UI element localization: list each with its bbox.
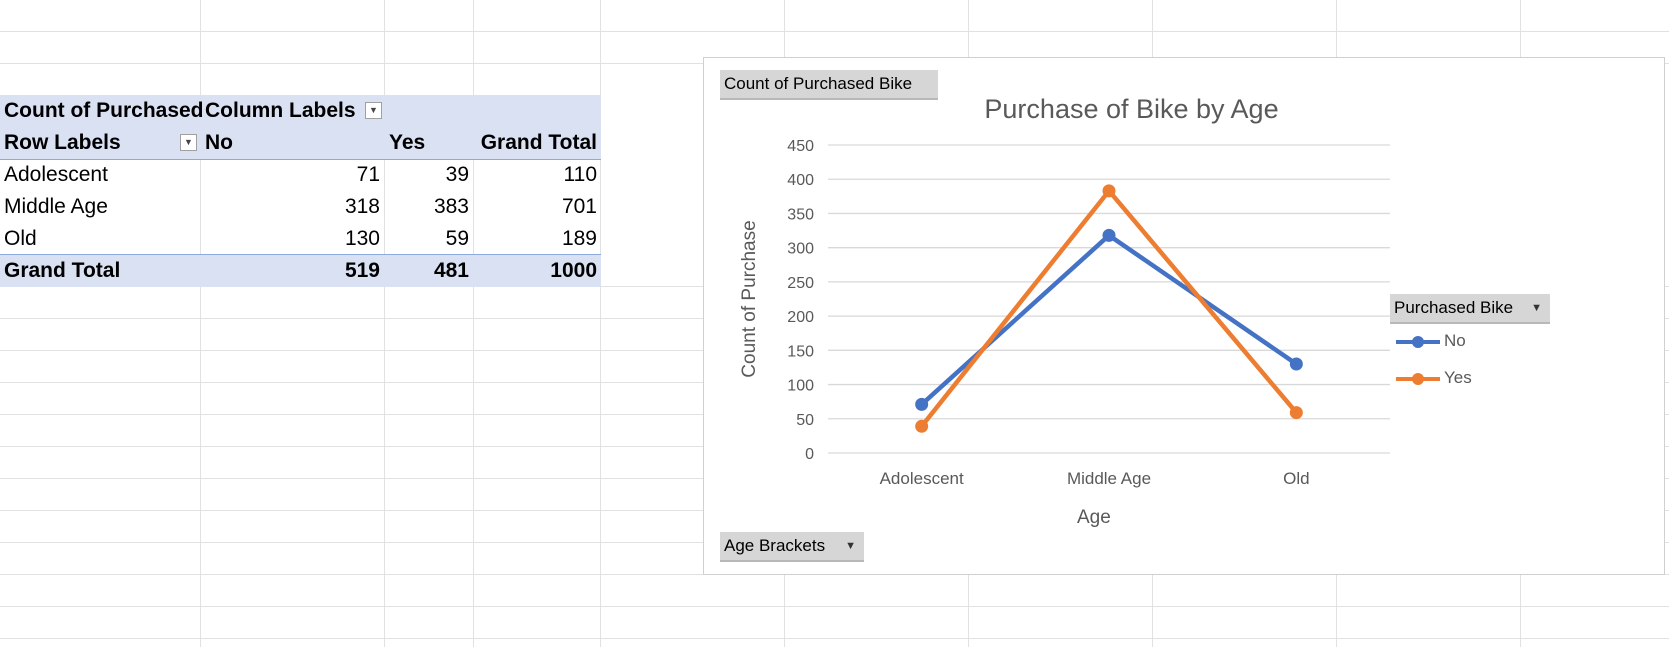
- axis-field-button[interactable]: Age Brackets ▼: [720, 532, 864, 562]
- value-total: 189: [561, 227, 597, 250]
- row-label: Adolescent: [4, 163, 108, 186]
- legend-field-button[interactable]: Purchased Bike ▼: [1390, 294, 1550, 324]
- pivot-row-adolescent[interactable]: Adolescent 71 39 110: [0, 159, 601, 191]
- data-point-no[interactable]: [1102, 228, 1116, 242]
- value-yes: 59: [445, 227, 469, 250]
- row-labels-filter-dropdown[interactable]: ▼: [180, 134, 197, 151]
- grand-total-no: 519: [344, 259, 380, 282]
- row-labels-header[interactable]: Row Labels: [4, 127, 121, 159]
- value-no: 71: [356, 163, 380, 186]
- value-total: 701: [561, 195, 597, 218]
- grid-row-line: [0, 606, 1669, 607]
- grid-row-line: [0, 638, 1669, 639]
- grid-row-line: [0, 31, 1669, 32]
- pivot-grand-total-row[interactable]: Grand Total 519 481 1000: [0, 254, 601, 287]
- legend-key-yes: [1396, 373, 1440, 385]
- data-point-yes[interactable]: [915, 419, 929, 433]
- y-tick-label: 400: [787, 172, 814, 189]
- grand-total-label: Grand Total: [4, 259, 121, 282]
- value-no: 130: [344, 227, 380, 250]
- grand-total-yes: 481: [433, 259, 469, 282]
- x-tick-label: Old: [1283, 469, 1309, 488]
- x-axis-ticks: Adolescent Middle Age Old: [880, 469, 1310, 488]
- legend-key-no: [1396, 336, 1440, 348]
- legend-label-yes[interactable]: Yes: [1444, 368, 1472, 388]
- data-point-yes[interactable]: [1289, 406, 1303, 420]
- column-labels-header[interactable]: Column Labels: [205, 95, 356, 127]
- pivot-header-row: Count of Purchased Column Labels ▼: [0, 95, 601, 127]
- grand-total-total: 1000: [550, 259, 597, 282]
- x-tick-label: Adolescent: [880, 469, 964, 488]
- pivot-row-middle-age[interactable]: Middle Age 318 383 701: [0, 191, 601, 223]
- y-tick-label: 200: [787, 309, 814, 326]
- x-tick-label: Middle Age: [1067, 469, 1151, 488]
- value-yes: 383: [433, 195, 469, 218]
- pivot-row-old[interactable]: Old 130 59 189: [0, 223, 601, 255]
- data-point-yes[interactable]: [1102, 184, 1116, 198]
- y-tick-label: 450: [787, 138, 814, 155]
- y-tick-label: 100: [787, 378, 814, 395]
- pivot-value-field-label[interactable]: Count of Purchased: [4, 95, 204, 127]
- y-tick-label: 50: [796, 412, 814, 429]
- series-line-yes[interactable]: [919, 188, 1299, 428]
- series-group: [915, 184, 1303, 433]
- pivot-chart[interactable]: Count of Purchased Bike Purchase of Bike…: [703, 57, 1665, 575]
- legend-field-label: Purchased Bike: [1394, 298, 1514, 317]
- axis-field-label: Age Brackets: [724, 536, 826, 555]
- chevron-down-icon: ▼: [1531, 302, 1542, 314]
- series-line-no[interactable]: [920, 233, 1298, 407]
- legend-label-no[interactable]: No: [1444, 331, 1466, 351]
- y-tick-label: 0: [805, 446, 814, 463]
- row-label: Middle Age: [4, 195, 108, 218]
- value-yes: 39: [445, 163, 469, 186]
- y-axis-ticks: 0 50 100 150 200 250 300 350 400 450: [787, 138, 814, 463]
- column-header-yes[interactable]: Yes: [389, 127, 425, 159]
- data-point-no[interactable]: [1289, 357, 1303, 371]
- data-point-no[interactable]: [915, 397, 929, 411]
- y-tick-label: 150: [787, 343, 814, 360]
- pivot-column-header-row: Row Labels ▼ No Yes Grand Total: [0, 127, 601, 160]
- value-total: 110: [563, 163, 597, 186]
- value-no: 318: [344, 195, 380, 218]
- row-label: Old: [4, 227, 37, 250]
- y-tick-label: 250: [787, 275, 814, 292]
- y-tick-label: 350: [787, 206, 814, 223]
- column-labels-filter-dropdown[interactable]: ▼: [365, 102, 382, 119]
- y-tick-label: 300: [787, 241, 814, 258]
- column-header-grand-total[interactable]: Grand Total: [474, 127, 597, 159]
- chevron-down-icon: ▼: [845, 540, 856, 552]
- column-header-no[interactable]: No: [205, 127, 233, 159]
